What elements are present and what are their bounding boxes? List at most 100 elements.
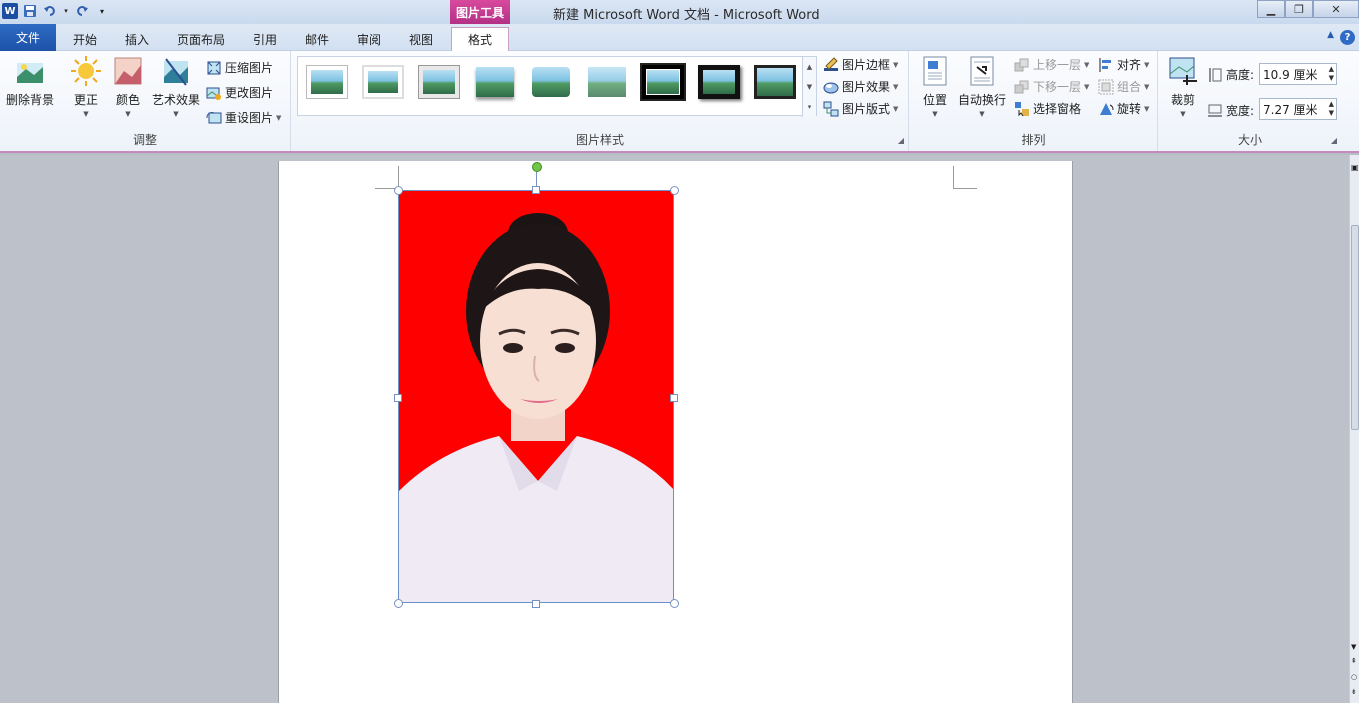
- send-backward-icon: [1014, 80, 1029, 93]
- dialog-launcher-icon[interactable]: ◢: [898, 136, 904, 145]
- chevron-down-icon: ▼: [125, 110, 131, 118]
- group-arrange: 位置 ▼ 自动换行 ▼ 上移一层 ▼ 下移一层 ▼ 选择窗格 对齐 ▼ 组合 ▼…: [910, 51, 1158, 151]
- position-button[interactable]: 位置 ▼: [918, 55, 952, 118]
- tab-references[interactable]: 引用: [240, 27, 290, 51]
- group-label-size: 大小: [1237, 133, 1262, 147]
- crop-button[interactable]: 裁剪 ▼: [1165, 55, 1201, 118]
- corrections-button[interactable]: 更正 ▼: [66, 55, 106, 118]
- chevron-down-icon: ▼: [1144, 60, 1150, 69]
- bring-forward-icon: [1014, 58, 1029, 71]
- scrollbar-thumb[interactable]: [1351, 225, 1359, 430]
- tab-page-layout[interactable]: 页面布局: [164, 27, 238, 51]
- color-button[interactable]: 颜色 ▼: [110, 55, 146, 118]
- spin-up-icon[interactable]: ▲: [1329, 65, 1334, 74]
- width-input[interactable]: 7.27 厘米 ▲ ▼: [1259, 98, 1337, 120]
- chevron-down-icon: ▼: [276, 113, 282, 122]
- ribbon: 删除背景 更正 ▼ 颜色 ▼ 艺术效果 ▼ 压缩图片 更改图片 重设图片 ▼ 调…: [0, 51, 1359, 153]
- portrait-image: [399, 191, 673, 602]
- chevron-down-icon: ▼: [1180, 110, 1186, 118]
- tab-mailings[interactable]: 邮件: [292, 27, 342, 51]
- spin-up-icon[interactable]: ▲: [1329, 100, 1334, 109]
- minimize-ribbon-icon[interactable]: ▲: [1327, 30, 1334, 45]
- picture-style-thumb[interactable]: [362, 65, 404, 99]
- minimize-button[interactable]: ▁: [1257, 0, 1285, 18]
- resize-handle-bottom-right[interactable]: [670, 599, 679, 608]
- resize-handle-bottom[interactable]: [532, 600, 540, 608]
- height-spinner[interactable]: ▲ ▼: [1329, 65, 1334, 83]
- picture-style-thumb[interactable]: [754, 65, 796, 99]
- gallery-more-button[interactable]: ▾: [802, 97, 816, 117]
- picture-layout-button[interactable]: 图片版式 ▼: [823, 100, 898, 117]
- picture-style-thumb[interactable]: [474, 65, 516, 99]
- width-spinner[interactable]: ▲ ▼: [1329, 100, 1334, 118]
- rotate-handle[interactable]: [532, 162, 542, 172]
- resize-handle-top-left[interactable]: [394, 186, 403, 195]
- resize-handle-right[interactable]: [670, 394, 678, 402]
- tab-insert[interactable]: 插入: [112, 27, 162, 51]
- previous-page-icon[interactable]: ⇞: [1351, 657, 1357, 665]
- align-button[interactable]: 对齐 ▼: [1098, 56, 1149, 73]
- picture-style-thumb[interactable]: [530, 65, 572, 99]
- ruler-toggle-icon[interactable]: ▣: [1351, 163, 1359, 172]
- close-button[interactable]: ✕: [1313, 0, 1359, 18]
- next-page-icon[interactable]: ⇟: [1351, 688, 1357, 696]
- scroll-down-icon[interactable]: ▼: [1351, 643, 1356, 651]
- send-backward-button[interactable]: 下移一层 ▼: [1014, 78, 1089, 95]
- layout-icon: [823, 101, 839, 116]
- redo-icon[interactable]: [74, 3, 90, 19]
- picture-effects-button[interactable]: 图片效果 ▼: [823, 78, 898, 95]
- height-icon: [1209, 67, 1222, 82]
- selection-pane-button[interactable]: 选择窗格: [1014, 100, 1081, 117]
- remove-background-button[interactable]: 删除背景: [4, 55, 56, 108]
- save-icon[interactable]: [22, 3, 38, 19]
- spin-down-icon[interactable]: ▼: [1329, 74, 1334, 83]
- resize-handle-top[interactable]: [532, 186, 540, 194]
- compress-icon: [207, 61, 221, 74]
- rotate-button[interactable]: 旋转 ▼: [1098, 100, 1149, 117]
- tab-format[interactable]: 格式: [451, 27, 509, 51]
- selected-photo[interactable]: [398, 190, 674, 603]
- reset-picture-button[interactable]: 重设图片 ▼: [206, 109, 281, 126]
- pencil-border-icon: [824, 56, 838, 71]
- resize-handle-bottom-left[interactable]: [394, 599, 403, 608]
- browse-object-icon[interactable]: ○: [1351, 673, 1357, 681]
- sun-icon: [71, 56, 101, 86]
- picture-style-thumb[interactable]: [586, 65, 628, 99]
- undo-dropdown-icon[interactable]: ▾: [62, 3, 70, 19]
- word-logo-icon[interactable]: W: [2, 3, 18, 19]
- height-input[interactable]: 10.9 厘米 ▲ ▼: [1259, 63, 1337, 85]
- customize-qat-icon[interactable]: ▾: [94, 3, 110, 19]
- picture-style-thumb[interactable]: [418, 65, 460, 99]
- artistic-effects-button[interactable]: 艺术效果 ▼: [150, 55, 202, 118]
- picture-style-thumb[interactable]: [640, 63, 686, 101]
- compress-pictures-button[interactable]: 压缩图片: [206, 59, 273, 76]
- reset-picture-icon: [206, 111, 222, 123]
- picture-border-button[interactable]: 图片边框 ▼: [823, 56, 898, 73]
- undo-icon[interactable]: [42, 3, 58, 19]
- group-objects-button[interactable]: 组合 ▼: [1098, 78, 1149, 95]
- picture-style-thumb[interactable]: [306, 65, 348, 99]
- tab-review[interactable]: 审阅: [344, 27, 394, 51]
- artistic-effects-icon: [164, 58, 188, 86]
- tab-home[interactable]: 开始: [60, 27, 110, 51]
- bring-forward-button[interactable]: 上移一层 ▼: [1014, 56, 1089, 73]
- spin-down-icon[interactable]: ▼: [1329, 109, 1334, 118]
- dialog-launcher-icon[interactable]: ◢: [1331, 136, 1337, 145]
- tab-view[interactable]: 视图: [396, 27, 446, 51]
- gallery-scroll-down-button[interactable]: ▼: [802, 77, 816, 97]
- height-label: 高度:: [1207, 66, 1254, 83]
- tab-file[interactable]: 文件: [0, 24, 56, 51]
- chevron-down-icon: ▼: [806, 83, 813, 91]
- resize-handle-top-right[interactable]: [670, 186, 679, 195]
- restore-button[interactable]: ❐: [1285, 0, 1313, 18]
- change-picture-button[interactable]: 更改图片: [206, 84, 273, 101]
- resize-handle-left[interactable]: [394, 394, 402, 402]
- picture-style-thumb[interactable]: [698, 65, 740, 99]
- window-controls: ▁ ❐ ✕: [1257, 0, 1359, 18]
- wrap-text-button[interactable]: 自动换行 ▼: [956, 55, 1008, 118]
- vertical-scrollbar[interactable]: ▣ ▼ ⇞ ○ ⇟: [1349, 155, 1359, 703]
- help-icon[interactable]: ?: [1340, 30, 1355, 45]
- gallery-scroll-up-button[interactable]: ▲: [802, 57, 816, 77]
- wrap-text-icon: [970, 56, 994, 86]
- effects-icon: [823, 82, 839, 93]
